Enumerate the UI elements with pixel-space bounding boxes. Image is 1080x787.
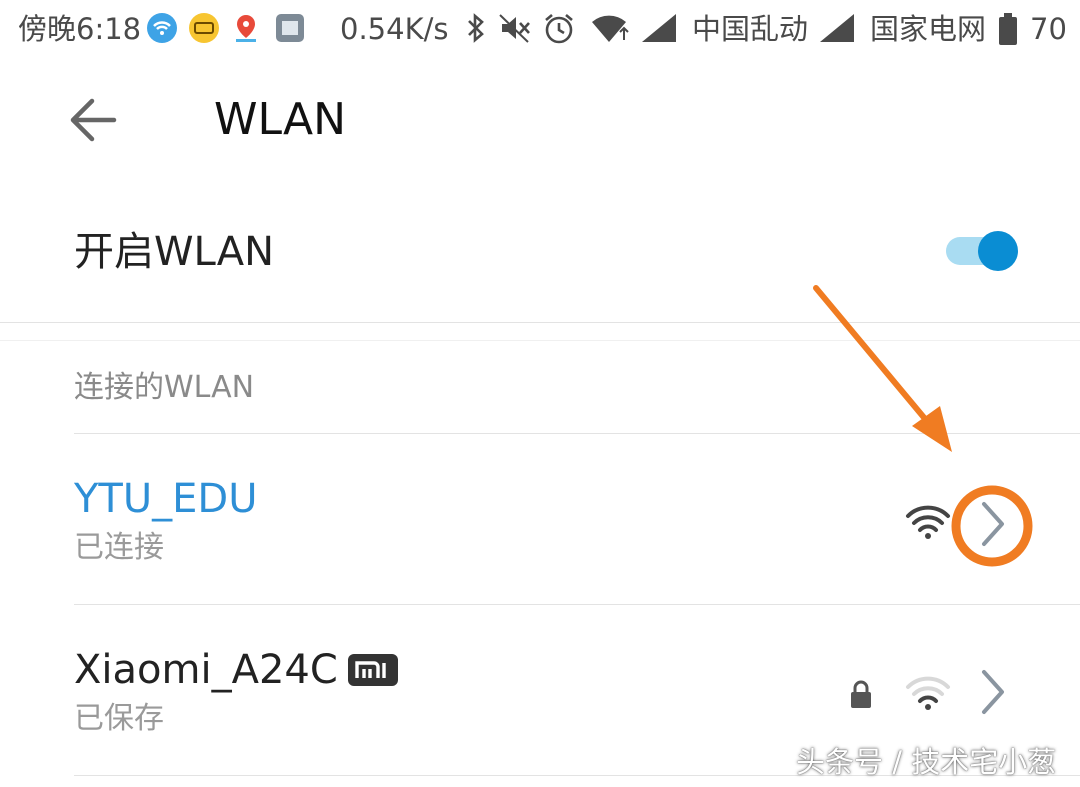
bluetooth-icon bbox=[468, 13, 484, 43]
network-speed: 0.54K/s bbox=[340, 12, 449, 46]
wifi-app-icon bbox=[147, 13, 177, 43]
battery-level: 70 bbox=[1030, 12, 1067, 46]
back-button[interactable] bbox=[62, 88, 126, 152]
cell-signal-1-icon bbox=[642, 14, 676, 42]
page-title: WLAN bbox=[214, 94, 347, 145]
toggle-knob bbox=[978, 231, 1018, 271]
network-status: 已保存 bbox=[74, 701, 164, 736]
arrow-back-icon bbox=[70, 98, 117, 142]
network-status: 已连接 bbox=[74, 530, 164, 565]
wlan-toggle[interactable] bbox=[946, 231, 1018, 271]
network-name: YTU_EDU bbox=[74, 476, 258, 522]
watermark: 头条号 / 技术宅小葱 bbox=[796, 745, 1057, 779]
chevron-right-icon bbox=[982, 670, 1004, 714]
lock-icon bbox=[851, 680, 871, 708]
status-time: 傍晚6:18 bbox=[18, 12, 142, 46]
xiaomi-logo-icon bbox=[348, 654, 398, 686]
wifi-strength-icon bbox=[906, 676, 950, 710]
wlan-toggle-label: 开启WLAN bbox=[74, 229, 275, 275]
section-header-connected: 连接的WLAN bbox=[74, 370, 255, 405]
annotation-arrow-icon bbox=[813, 285, 1033, 567]
mute-icon bbox=[499, 14, 530, 43]
network-details-button[interactable] bbox=[976, 666, 1012, 718]
news-app-icon bbox=[189, 13, 219, 43]
status-bar: 傍晚6:18 0.54K/s 中国乱动 国家电网 70 bbox=[0, 0, 1080, 58]
network-name: Xiaomi_A24C bbox=[74, 647, 338, 693]
carrier-1: 中国乱动 bbox=[692, 12, 809, 46]
cell-signal-2-icon bbox=[820, 14, 854, 42]
map-app-icon bbox=[236, 15, 256, 42]
battery-icon bbox=[999, 13, 1017, 45]
wifi-signal-icon bbox=[592, 15, 629, 42]
carrier-2: 国家电网 bbox=[870, 12, 987, 46]
message-app-icon bbox=[276, 14, 304, 42]
alarm-icon bbox=[545, 14, 573, 44]
